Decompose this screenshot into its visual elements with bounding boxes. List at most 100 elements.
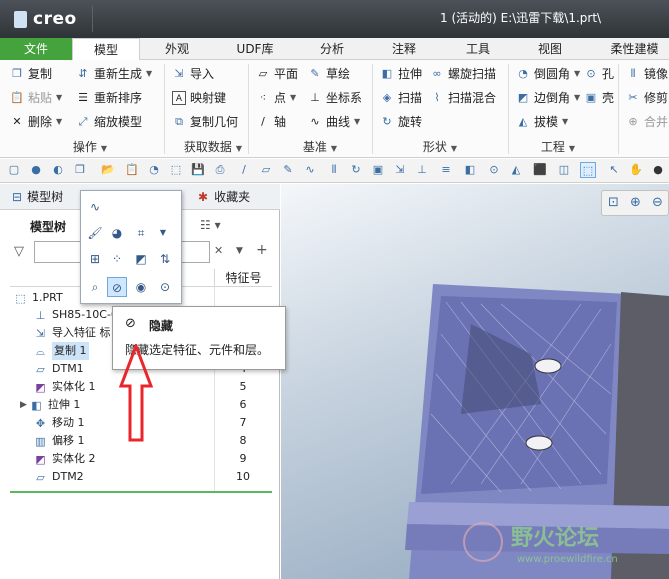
merge-button[interactable]: ⊕ 合并 (626, 112, 668, 132)
view-icon[interactable]: ◫ (556, 162, 572, 178)
add-icon[interactable]: + (256, 242, 268, 258)
copy-button[interactable]: ❐ 复制 (10, 64, 52, 84)
display-icon[interactable]: ◐ (50, 162, 66, 178)
tree-row[interactable]: ▱ DTM2 10 (10, 468, 272, 486)
delete-button[interactable]: ✕ 删除 ▼ (10, 112, 62, 132)
import-icon[interactable]: ⇲ (392, 162, 408, 178)
inspect-icon[interactable]: ⌕ (85, 277, 105, 297)
regenerate-button[interactable]: ⇵ 重新生成 ▼ (76, 64, 152, 84)
axis-icon[interactable]: / (236, 162, 252, 178)
round-button[interactable]: ◔ 倒圆角 ▼ (516, 64, 580, 84)
tab-view[interactable]: 视图 (524, 38, 576, 60)
paste-icon[interactable]: 📋 (124, 162, 140, 178)
group-get-data[interactable]: 获取数据 ▼ (172, 138, 254, 156)
pattern-icon[interactable]: ⌗ (131, 223, 151, 243)
dots-icon[interactable]: ⁘ (107, 249, 127, 269)
cube-icon[interactable]: ⬛ (532, 162, 548, 178)
open-folder-icon[interactable]: 📂 (100, 162, 116, 178)
filter-icon[interactable]: ▽ (14, 244, 24, 259)
creo-window: creo 1 (活动的) E:\迅雷下载\1.prt\ 文件 模型 外观 UDF… (0, 0, 669, 579)
tab-tools[interactable]: 工具 (452, 38, 504, 60)
extrude-icon[interactable]: ◧ (462, 162, 478, 178)
hole-button[interactable]: ⊙ 孔 (584, 64, 614, 84)
tree-row[interactable]: ◩ 实体化 29 (10, 450, 272, 468)
graphics-viewport[interactable]: ⊡ ⊕ ⊖ 野火论坛 www.proewildfire.cn (281, 184, 669, 579)
import-icon: ⇲ (174, 67, 184, 80)
solidify-icon: ◩ (35, 452, 46, 466)
brush-icon[interactable]: 🖌 (85, 223, 105, 243)
hole-icon[interactable]: ⊙ (486, 162, 502, 178)
clear-filter-icon[interactable]: ✕ (214, 244, 223, 257)
draft-icon[interactable]: ◭ (508, 162, 524, 178)
draft-icon: ◭ (518, 115, 528, 128)
extrude-button[interactable]: ◧ 拉伸 (380, 64, 422, 84)
mirror-icon[interactable]: ⫴ (326, 162, 342, 178)
plane-icon[interactable]: ▱ (258, 162, 274, 178)
swept-blend-button[interactable]: ⌇ 扫描混合 (430, 88, 496, 108)
tab-annotate[interactable]: 注释 (378, 38, 430, 60)
print-icon[interactable]: ⎙ (212, 162, 228, 178)
new-icon[interactable]: ▢ (6, 162, 22, 178)
copy-icon[interactable]: ❐ (72, 162, 88, 178)
column-feature-number[interactable]: 特征号 (214, 269, 272, 287)
pan-hand-icon[interactable]: ✋ (628, 162, 644, 178)
curve-button[interactable]: ∿ 曲线 ▼ (308, 112, 360, 132)
group-datum[interactable]: 基准 ▼ (280, 138, 360, 156)
group-engineering[interactable]: 工程 ▼ (528, 138, 588, 156)
shell-icon[interactable]: ▣ (370, 162, 386, 178)
layer-icon[interactable]: ≡ (438, 162, 454, 178)
tab-favorites[interactable]: ✱ 收藏夹 (198, 184, 250, 210)
chevron-down-icon[interactable]: ▼ (236, 246, 243, 256)
chevron-down-icon[interactable]: ▼ (153, 223, 173, 243)
solidify-icon[interactable]: ◩ (131, 249, 151, 269)
paste-button[interactable]: 📋 粘贴 ▼ (10, 88, 62, 108)
sweep-button[interactable]: ◈ 扫描 (380, 88, 422, 108)
layer-sort-icon[interactable]: ⇅ (155, 249, 175, 269)
revolve-button[interactable]: ↻ 旋转 (380, 112, 422, 132)
csys-icon[interactable]: ⊥ (414, 162, 430, 178)
csys-button[interactable]: ⊥ 坐标系 (308, 88, 362, 108)
shell-button[interactable]: ▣ 壳 (584, 88, 614, 108)
unhide-all-icon[interactable]: ⊙ (155, 277, 175, 297)
draft-button[interactable]: ◭ 拔模 ▼ (516, 112, 568, 132)
appearance-icon[interactable]: ◕ (107, 223, 127, 243)
reorder-button[interactable]: ☰ 重新排序 (76, 88, 142, 108)
tab-file[interactable]: 文件 (0, 38, 72, 60)
tab-model[interactable]: 模型 (72, 38, 140, 61)
sphere-icon[interactable]: ● (650, 162, 666, 178)
plane-button[interactable]: ▱ 平面 (256, 64, 298, 84)
box-view-icon[interactable]: ⬚ (580, 162, 596, 178)
hide-icon[interactable]: ⊘ (107, 277, 127, 297)
sketch-button[interactable]: ✎ 草绘 (308, 64, 350, 84)
scale-model-button[interactable]: ⤢ 缩放模型 (76, 112, 142, 132)
import-button[interactable]: ⇲ 导入 (172, 64, 214, 84)
mirror-button[interactable]: ⫴ 镜像 (626, 64, 668, 84)
tab-analysis[interactable]: 分析 (306, 38, 358, 60)
curve-icon[interactable]: ∿ (302, 162, 318, 178)
tab-appearance[interactable]: 外观 (148, 38, 206, 60)
axis-button[interactable]: / 轴 (256, 112, 286, 132)
tab-udf[interactable]: UDF库 (222, 38, 288, 60)
group-shape[interactable]: 形状 ▼ (400, 138, 480, 156)
show-icon[interactable]: ◉ (131, 277, 151, 297)
tree-settings-icon[interactable]: ☷ ▾ (200, 218, 221, 232)
tab-model-tree[interactable]: ⊟ 模型树 (12, 184, 63, 210)
group-operations[interactable]: 操作 ▼ (40, 138, 140, 156)
revolve-icon[interactable]: ↻ (348, 162, 364, 178)
copy-geometry-button[interactable]: ⧉ 复制几何 (172, 112, 238, 132)
sphere-icon[interactable]: ● (28, 162, 44, 178)
helical-sweep-button[interactable]: ∞ 螺旋扫描 (430, 64, 496, 84)
mapkey-button[interactable]: A 映射键 (172, 88, 226, 108)
round-icon[interactable]: ◔ (146, 162, 162, 178)
tab-flexible-modeling[interactable]: 柔性建模 (600, 38, 669, 60)
chamfer-button[interactable]: ◩ 边倒角 ▼ (516, 88, 580, 108)
select-icon[interactable]: ⬚ (168, 162, 184, 178)
curve-icon[interactable]: ∿ (85, 197, 105, 217)
grid-icon[interactable]: ⊞ (85, 249, 105, 269)
point-button[interactable]: ⁖ 点 ▼ (256, 88, 296, 108)
sketch-icon[interactable]: ✎ (280, 162, 296, 178)
cursor-icon[interactable]: ↖ (606, 162, 622, 178)
expand-arrow-icon[interactable]: ▶ (20, 396, 27, 414)
save-icon[interactable]: 💾 (190, 162, 206, 178)
trim-button[interactable]: ✂ 修剪 (626, 88, 668, 108)
